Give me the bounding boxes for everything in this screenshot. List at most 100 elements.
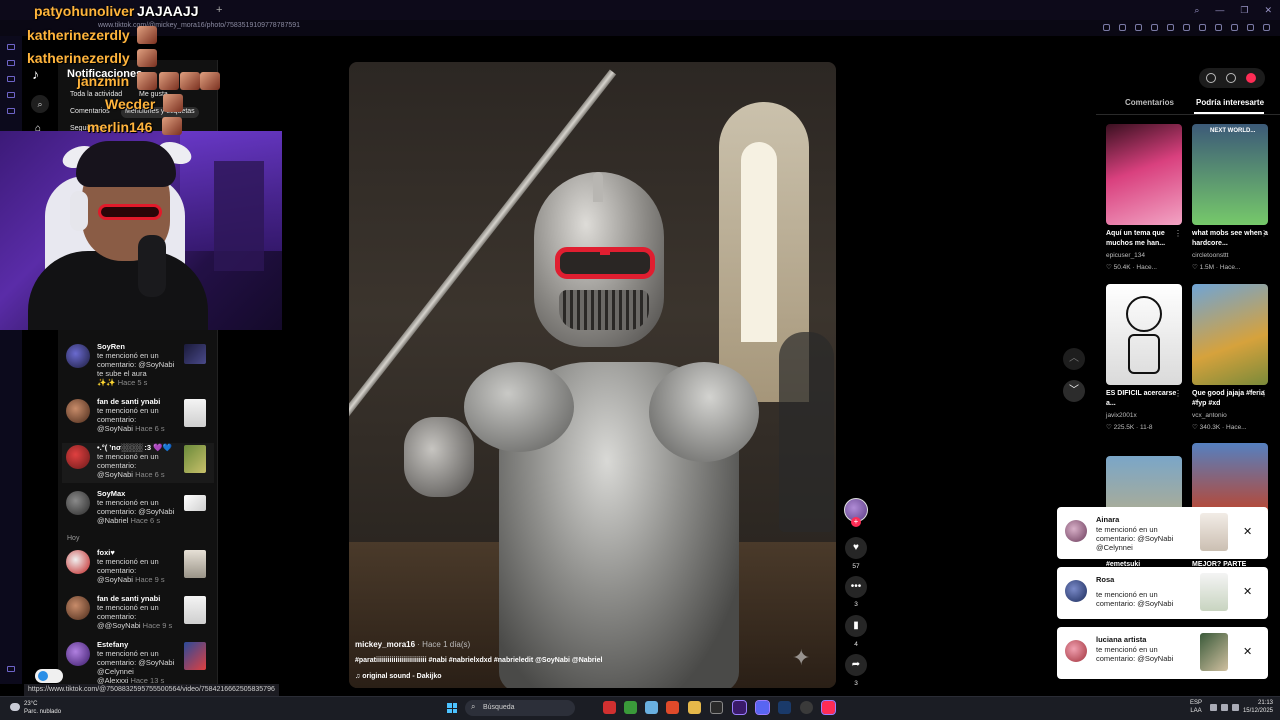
app-icon-minecraft[interactable] <box>624 701 637 714</box>
toast-user[interactable]: Rosa <box>1096 575 1114 584</box>
avatar[interactable] <box>66 550 90 574</box>
clock[interactable]: 21:13 15/12/2025 <box>1237 699 1273 715</box>
share-button[interactable]: ➦ <box>845 654 867 676</box>
rail-history-icon[interactable] <box>7 60 15 66</box>
card-title[interactable]: Que good jajaja #feria #fyp #xd <box>1192 389 1268 409</box>
card-title[interactable]: what mobs see when a hardcore... <box>1192 229 1268 249</box>
avatar[interactable] <box>66 445 90 469</box>
screenshot-icon[interactable] <box>1215 24 1222 31</box>
language-indicator[interactable]: ESP LAA <box>1190 699 1202 715</box>
next-video-button[interactable]: ﹀ <box>1063 380 1085 402</box>
notification-item[interactable]: fan de santi ynabi te mencionó en un com… <box>62 594 214 634</box>
notification-user[interactable]: Estefany <box>97 640 128 649</box>
mention-toast[interactable]: Rosa te mencionó en un comentario: @SoyN… <box>1057 567 1268 619</box>
avatar[interactable] <box>66 399 90 423</box>
search-icon[interactable]: ⌕ <box>31 95 49 113</box>
mention[interactable]: @SoyNabi <box>97 575 133 584</box>
extension-icon[interactable] <box>1103 24 1110 31</box>
taskbar-search-placeholder[interactable]: Búsqueda <box>483 704 515 711</box>
video-thumbnail[interactable] <box>1192 284 1268 385</box>
weather-widget[interactable]: 23°C Parc. nublado <box>24 700 61 716</box>
windows-start-icon[interactable] <box>447 703 457 713</box>
more-options-icon[interactable]: ⋮ <box>1260 229 1268 238</box>
close-icon[interactable]: ✕ <box>1243 525 1252 538</box>
app-icon-opera[interactable] <box>732 700 747 715</box>
play-icon[interactable] <box>1167 24 1174 31</box>
avatar[interactable] <box>66 596 90 620</box>
close-icon[interactable]: ✕ <box>1243 645 1252 658</box>
more-options-icon[interactable]: ⋮ <box>1174 229 1182 238</box>
notification-thumbnail[interactable] <box>184 596 206 624</box>
menu-icon[interactable] <box>1263 24 1270 31</box>
save-button[interactable]: ▮ <box>845 615 867 637</box>
mention-toast[interactable]: Ainara te mencionó en un comentario: @So… <box>1057 507 1268 559</box>
card-author[interactable]: circletoonsttt <box>1192 252 1229 259</box>
card-title[interactable]: ES DIFICIL acercarse a... <box>1106 389 1182 409</box>
notification-thumbnail[interactable] <box>184 399 206 427</box>
card-author[interactable]: javix2001x <box>1106 412 1137 419</box>
notification-item[interactable]: •.°( ʼnσ░░░░ :3 💜💙 te mencionó en un com… <box>62 443 214 483</box>
avatar[interactable] <box>66 344 90 368</box>
mention-toast[interactable]: luciana artista te mencionó en un coment… <box>1057 627 1268 679</box>
app-icon-discord[interactable] <box>755 700 770 715</box>
mention[interactable]: @Nabriel <box>97 516 128 525</box>
notification-user[interactable]: SoyMax <box>97 489 125 498</box>
tab-recommendations[interactable]: Podría interesarte <box>1196 98 1264 107</box>
close-icon[interactable]: ✕ <box>1264 5 1272 16</box>
mention[interactable]: @SoyNabi <box>97 424 133 433</box>
close-icon[interactable]: ✕ <box>1243 585 1252 598</box>
tiktok-logo-icon[interactable]: ♪ <box>32 66 39 82</box>
notification-thumbnail[interactable] <box>184 445 206 473</box>
avatar[interactable] <box>66 642 90 666</box>
more-options-icon[interactable]: ⋮ <box>1174 389 1182 398</box>
video-thumbnail[interactable] <box>1106 284 1182 385</box>
notification-item[interactable]: SoyRen te mencionó en un comentario: @So… <box>62 342 214 387</box>
weather-icon[interactable] <box>10 703 20 711</box>
rail-shop-icon[interactable] <box>7 76 15 82</box>
notification-thumbnail[interactable] <box>184 495 206 511</box>
toast-thumbnail[interactable] <box>1200 633 1228 671</box>
follow-plus-icon[interactable]: + <box>851 517 861 527</box>
video-thumbnail[interactable]: NEXT WORLD... <box>1192 124 1268 225</box>
video-username[interactable]: mickey_mora16 <box>355 640 415 649</box>
maximize-icon[interactable]: ❐ <box>1240 5 1248 16</box>
app-icon-steam[interactable] <box>778 701 791 714</box>
previous-video-button[interactable]: ︿ <box>1063 348 1085 370</box>
card-author[interactable]: epicuser_134 <box>1106 252 1145 259</box>
card-title[interactable]: Aquí un tema que muchos me han... <box>1106 229 1182 249</box>
notification-item[interactable]: SoyMax te mencionó en un comentario: @So… <box>62 489 214 529</box>
bookmark-icon[interactable] <box>1119 24 1126 31</box>
mini-player-icon[interactable] <box>1226 73 1236 83</box>
app-icon-vscode[interactable] <box>645 701 658 714</box>
search-icon[interactable]: ⌕ <box>1194 5 1199 16</box>
app-icon-brave[interactable] <box>666 701 679 714</box>
rail-games-icon[interactable] <box>7 92 15 98</box>
notification-thumbnail[interactable] <box>184 550 206 578</box>
taskbar-search[interactable] <box>465 700 575 716</box>
wifi-icon[interactable] <box>1210 704 1217 711</box>
rail-tools-icon[interactable] <box>7 108 15 114</box>
mention[interactable]: @@SoyNabi <box>97 621 141 630</box>
video-author[interactable]: mickey_mora16 · Hace 1 día(s) <box>355 640 470 649</box>
app-icon-obs[interactable] <box>800 701 813 714</box>
avatar[interactable] <box>1065 640 1087 662</box>
heart-icon[interactable] <box>1199 24 1206 31</box>
notification-user[interactable]: foxi♥ <box>97 548 115 557</box>
video-sound[interactable]: ♫ original sound - Dakijko <box>355 673 442 680</box>
avatar[interactable] <box>1065 580 1087 602</box>
notification-thumbnail[interactable] <box>184 642 206 670</box>
sidebar-icon[interactable] <box>1247 24 1254 31</box>
video-thumbnail[interactable] <box>1106 124 1182 225</box>
like-button[interactable]: ♥ <box>845 537 867 559</box>
app-icon-pdf[interactable] <box>603 701 616 714</box>
app-icon-capcut[interactable] <box>710 701 723 714</box>
notification-user[interactable]: •.°( ʼnσ░░░░ :3 💜💙 <box>97 443 172 452</box>
card-author[interactable]: vcx_antonio <box>1192 412 1227 419</box>
more-options-icon[interactable]: ⋮ <box>1260 389 1268 398</box>
avatar[interactable] <box>1065 520 1087 542</box>
rail-tabs-icon[interactable] <box>7 44 15 50</box>
tab-comments[interactable]: Comentarios <box>1125 98 1174 107</box>
mention[interactable]: @SoyNabi <box>97 470 133 479</box>
notification-item[interactable]: fan de santi ynabi te mencionó en un com… <box>62 397 214 437</box>
settings-icon[interactable] <box>1206 73 1216 83</box>
